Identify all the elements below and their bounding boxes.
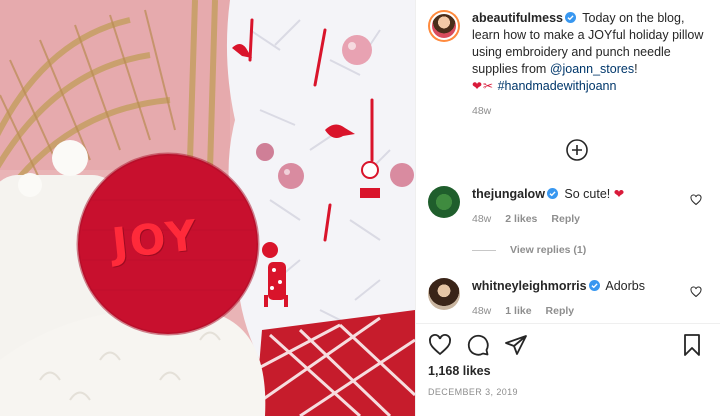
view-replies-label: View replies (1): [510, 244, 587, 256]
load-more-icon[interactable]: [565, 138, 589, 162]
caption-timestamp[interactable]: 48w: [472, 103, 708, 120]
view-replies-divider: [472, 249, 496, 251]
actions-divider: [416, 323, 720, 324]
author-avatar[interactable]: [428, 10, 460, 42]
comment-username[interactable]: whitneyleighmorris: [472, 279, 587, 293]
comment-body: thejungalow So cute! ❤ 48w 2 likes Reply: [472, 186, 714, 228]
instagram-post: JOY abeautifulmess Today on the blog, le…: [0, 0, 720, 416]
verified-icon: [546, 188, 558, 199]
bookmark-icon[interactable]: [680, 333, 704, 357]
comment-timestamp[interactable]: 48w: [472, 211, 491, 228]
comment-item: thejungalow So cute! ❤ 48w 2 likes Reply: [428, 186, 714, 228]
comment-icon[interactable]: [466, 333, 490, 357]
likes-count[interactable]: 1,168 likes: [428, 364, 491, 378]
comment-emoji: ❤: [613, 187, 625, 201]
comment-username[interactable]: thejungalow: [472, 187, 545, 201]
post-actions: [428, 333, 528, 357]
commenter-avatar[interactable]: [428, 186, 460, 218]
author-avatar-image: [430, 12, 458, 40]
comment-reply-button[interactable]: Reply: [551, 211, 580, 228]
caption-emoji: ❤✂: [472, 79, 495, 93]
caption-hashtag-link[interactable]: #handmadewithjoann: [498, 79, 617, 93]
author-username[interactable]: abeautifulmess: [472, 11, 563, 25]
share-icon[interactable]: [504, 333, 528, 357]
comment-item: whitneyleighmorris Adorbs 48w 1 like Rep…: [428, 278, 714, 320]
post-date[interactable]: DECEMBER 3, 2019: [428, 387, 518, 397]
comment-meta: 48w 1 like Reply: [472, 303, 714, 320]
heart-icon[interactable]: [690, 194, 702, 206]
view-replies-button[interactable]: View replies (1): [472, 244, 586, 256]
heart-icon[interactable]: [690, 286, 702, 298]
comment-text: Adorbs: [602, 279, 645, 293]
post-photo[interactable]: JOY: [0, 0, 415, 416]
comment-timestamp[interactable]: 48w: [472, 303, 491, 320]
caption-text-2: !: [634, 62, 638, 76]
verified-icon: [565, 12, 577, 23]
comment-reply-button[interactable]: Reply: [546, 303, 575, 320]
comment-likes[interactable]: 2 likes: [505, 211, 537, 228]
comment-likes[interactable]: 1 like: [505, 303, 531, 320]
caption-mention-link[interactable]: @joann_stores: [550, 62, 634, 76]
pillow-text: JOY: [109, 210, 201, 269]
caption-text-block: abeautifulmess Today on the blog, learn …: [472, 10, 708, 120]
comment-text: So cute!: [560, 187, 614, 201]
post-caption: abeautifulmess Today on the blog, learn …: [428, 10, 708, 120]
post-sidebar: abeautifulmess Today on the blog, learn …: [415, 0, 720, 416]
heart-icon[interactable]: [428, 333, 452, 357]
comment-meta: 48w 2 likes Reply: [472, 211, 714, 228]
comment-body: whitneyleighmorris Adorbs 48w 1 like Rep…: [472, 278, 714, 320]
commenter-avatar[interactable]: [428, 278, 460, 310]
verified-icon: [588, 280, 600, 291]
